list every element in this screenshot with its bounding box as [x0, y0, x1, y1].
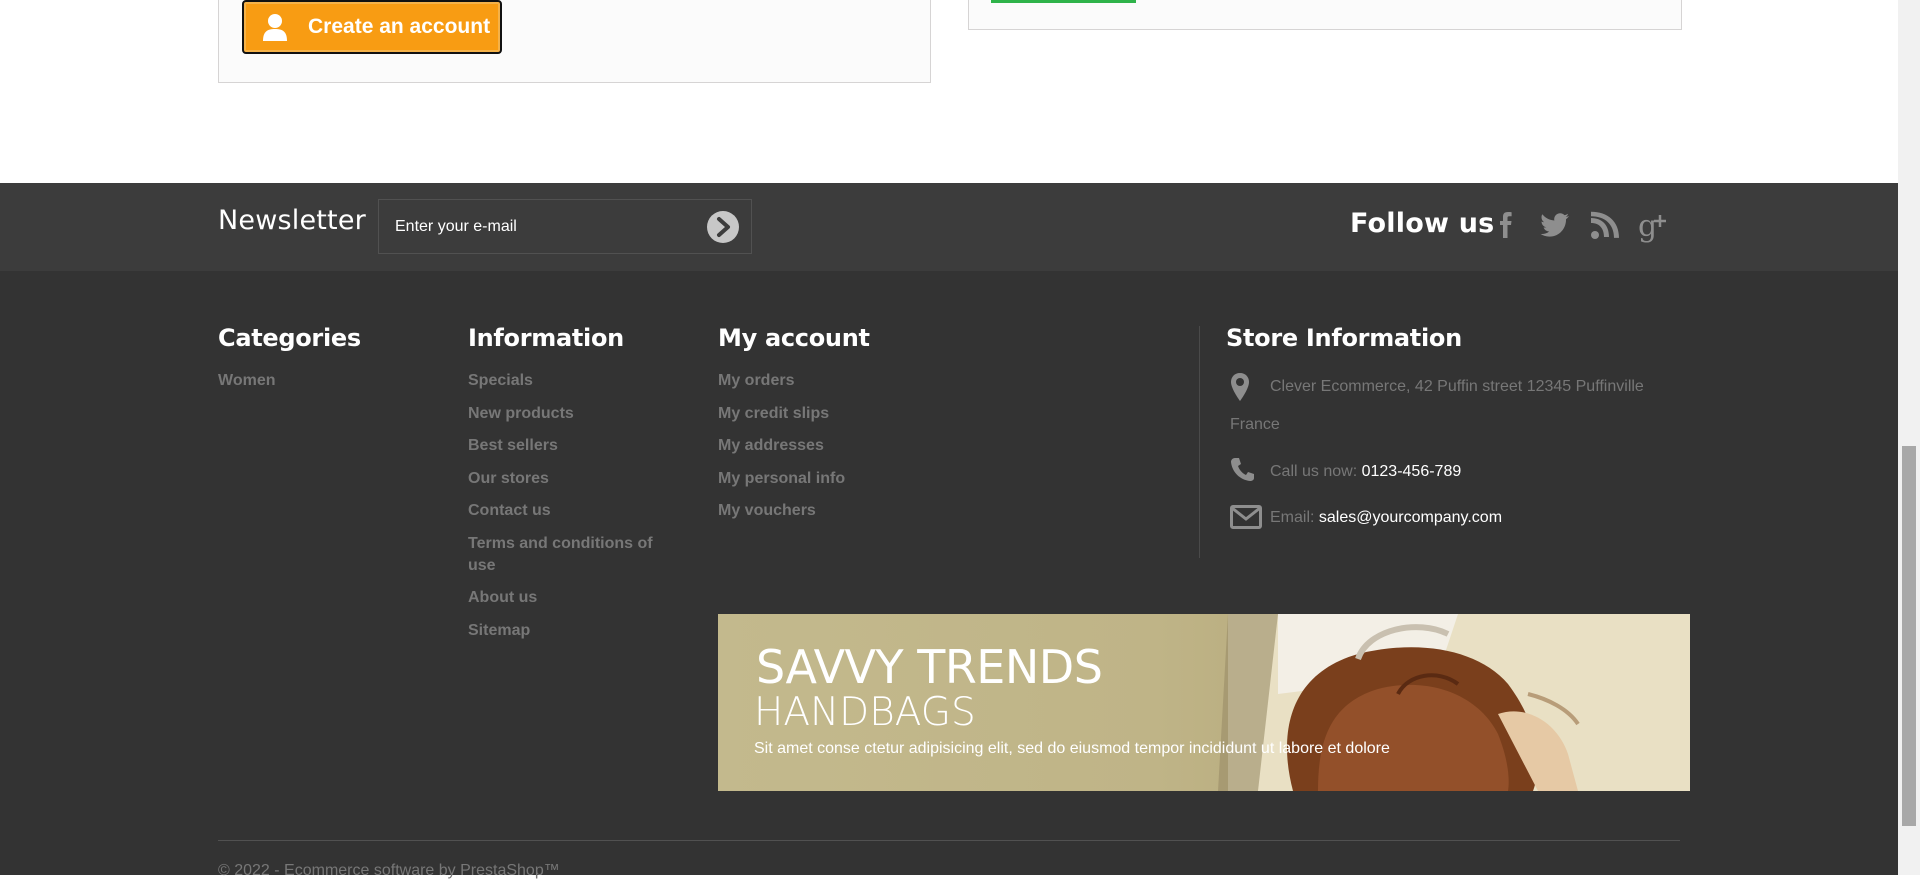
scrollbar-thumb[interactable] [1902, 446, 1916, 826]
create-account-label: Create an account [308, 15, 491, 38]
sign-in-button-edge[interactable] [991, 0, 1136, 3]
information-link-best-sellers[interactable]: Best sellers [468, 435, 668, 457]
email-link[interactable]: sales@yourcompany.com [1319, 509, 1502, 526]
store-info-title: Store Information [1226, 324, 1462, 352]
banner-description: Sit amet conse ctetur adipisicing elit, … [754, 740, 1390, 757]
information-title: Information [468, 324, 624, 352]
rss-icon[interactable] [1586, 206, 1622, 244]
svg-text:g: g [1638, 209, 1657, 244]
create-account-button[interactable]: Create an account [242, 0, 502, 54]
phone-number: 0123-456-789 [1361, 463, 1462, 480]
facebook-icon[interactable] [1488, 206, 1524, 244]
my-account-list: My orders My credit slips My addresses M… [718, 370, 938, 533]
account-link-vouchers[interactable]: My vouchers [718, 500, 938, 522]
category-link[interactable]: Women [218, 370, 438, 392]
phone-icon [1230, 456, 1254, 482]
categories-list: Women [218, 370, 438, 403]
information-list: Specials New products Best sellers Our s… [468, 370, 668, 652]
account-link-personal-info[interactable]: My personal info [718, 468, 938, 490]
information-link-about-us[interactable]: About us [468, 587, 668, 609]
information-link-terms[interactable]: Terms and conditions of use [468, 533, 668, 577]
account-link-credit-slips[interactable]: My credit slips [718, 403, 938, 425]
chevron-right-circle-icon[interactable] [707, 211, 739, 243]
newsletter-title: Newsletter [218, 205, 366, 236]
google-plus-icon[interactable]: g [1636, 206, 1672, 244]
information-link-new-products[interactable]: New products [468, 403, 668, 425]
information-link-contact-us[interactable]: Contact us [468, 500, 668, 522]
information-link-specials[interactable]: Specials [468, 370, 668, 392]
login-panel [968, 0, 1682, 30]
handbags-banner[interactable]: SAVVY TRENDS HANDBAGS Sit amet conse cte… [718, 614, 1690, 791]
my-account-title: My account [718, 324, 870, 352]
store-address: Clever Ecommerce, 42 Puffin street 12345… [1230, 378, 1644, 433]
twitter-icon[interactable] [1536, 206, 1572, 244]
banner-title-line1: SAVVY TRENDS [756, 640, 1103, 694]
call-us-label: Call us now: [1270, 463, 1358, 480]
follow-us-title: Follow us [1350, 208, 1495, 239]
information-link-our-stores[interactable]: Our stores [468, 468, 668, 490]
store-info-divider [1199, 326, 1200, 558]
copyright-text: © 2022 - Ecommerce software by PrestaSho… [218, 862, 560, 879]
account-link-addresses[interactable]: My addresses [718, 435, 938, 457]
footer-divider [218, 840, 1680, 841]
email-label: Email: [1270, 509, 1315, 526]
envelope-icon [1230, 505, 1262, 529]
categories-title: Categories [218, 324, 361, 352]
user-icon [261, 12, 289, 42]
banner-title-line2: HANDBAGS [754, 690, 976, 735]
newsletter-email-input[interactable] [378, 199, 752, 254]
account-link-orders[interactable]: My orders [718, 370, 938, 392]
information-link-sitemap[interactable]: Sitemap [468, 620, 668, 642]
